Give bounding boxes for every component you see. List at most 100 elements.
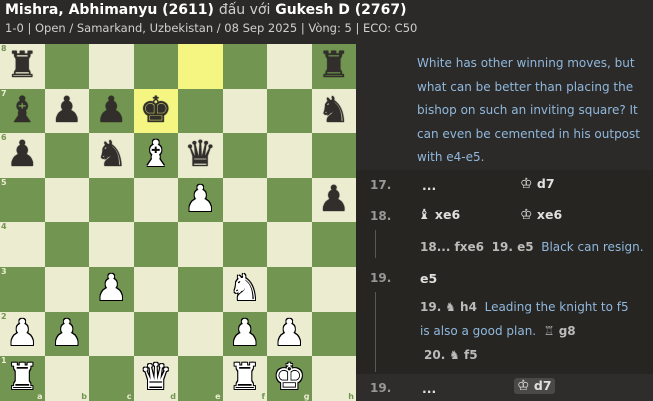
square-a3[interactable]: 3 bbox=[0, 266, 45, 312]
square-d5[interactable] bbox=[133, 177, 178, 223]
square-b4[interactable] bbox=[44, 222, 89, 267]
square-g8[interactable] bbox=[267, 44, 312, 89]
black-move[interactable]: ♔ d7 bbox=[520, 176, 555, 192]
square-e8[interactable] bbox=[178, 44, 223, 89]
white-king-icon[interactable]: ♚ bbox=[273, 360, 305, 396]
square-g2[interactable]: ♟ bbox=[267, 311, 312, 357]
square-b7[interactable]: ♟ bbox=[44, 88, 89, 134]
black-pawn-icon[interactable]: ♟ bbox=[318, 182, 350, 218]
square-a8[interactable]: 8 ♜ bbox=[0, 44, 45, 89]
black-knight-icon[interactable]: ♞ bbox=[95, 137, 127, 173]
square-f7[interactable] bbox=[222, 88, 267, 134]
square-b1[interactable]: b bbox=[44, 356, 89, 401]
square-b3[interactable] bbox=[44, 266, 89, 312]
square-d3[interactable] bbox=[133, 266, 178, 312]
square-d8[interactable] bbox=[133, 44, 178, 89]
black-move[interactable]: ♔ xe6 bbox=[520, 207, 562, 223]
white-queen-icon[interactable]: ♛ bbox=[140, 360, 172, 396]
square-f6[interactable] bbox=[222, 133, 267, 178]
white-pawn-icon[interactable]: ♟ bbox=[95, 271, 127, 307]
black-rook-icon[interactable]: ♜ bbox=[318, 48, 350, 84]
square-h3[interactable] bbox=[311, 266, 356, 312]
square-g6[interactable] bbox=[267, 133, 312, 178]
white-bishop-icon[interactable]: ♝ bbox=[140, 137, 172, 173]
square-h5[interactable]: ♟ bbox=[311, 177, 356, 223]
square-g3[interactable] bbox=[267, 266, 312, 312]
white-pawn-icon[interactable]: ♟ bbox=[273, 315, 305, 352]
white-rook-icon[interactable]: ♜ bbox=[229, 360, 261, 396]
white-player-name[interactable]: Mishra, Abhimanyu (2611) bbox=[5, 2, 214, 18]
square-h4[interactable] bbox=[311, 222, 356, 267]
square-c4[interactable] bbox=[89, 222, 134, 267]
square-g1[interactable]: g ♚ bbox=[267, 356, 312, 401]
square-c1[interactable]: c bbox=[89, 356, 134, 401]
black-pawn-icon[interactable]: ♟ bbox=[6, 137, 38, 173]
white-knight-icon[interactable]: ♞ bbox=[229, 271, 261, 307]
chess-board[interactable]: 8 ♜ ♜ 7 ♝ ♟ ♟ ♚ ♞ 6 ♟ ♞ ♝ ♛ 5 ♟ ♟ 4 3 ♟ ♞ 2 ♟ ♟ ♟ ♟ 1 a ♜ b c d ♛ e f ♜ g ♚ h bbox=[0, 44, 356, 401]
white-move[interactable]: ♝ xe6 bbox=[418, 207, 460, 223]
square-c6[interactable]: ♞ bbox=[89, 133, 134, 178]
square-f2[interactable]: ♟ bbox=[222, 311, 267, 357]
square-h8[interactable]: ♜ bbox=[311, 44, 356, 89]
square-a1[interactable]: 1 a ♜ bbox=[0, 356, 45, 401]
square-d4[interactable] bbox=[133, 222, 178, 267]
square-f8[interactable] bbox=[222, 44, 267, 89]
square-f1[interactable]: f ♜ bbox=[222, 356, 267, 401]
square-b8[interactable] bbox=[44, 44, 89, 89]
square-g7[interactable] bbox=[267, 88, 312, 134]
square-d6[interactable]: ♝ bbox=[133, 133, 178, 178]
square-a4[interactable]: 4 bbox=[0, 222, 45, 267]
black-player-name[interactable]: Gukesh D (2767) bbox=[275, 2, 406, 18]
square-a2[interactable]: 2 ♟ bbox=[0, 311, 45, 357]
variation-move[interactable]: 18... fxe6 bbox=[420, 240, 484, 254]
square-e1[interactable]: e bbox=[178, 356, 223, 401]
square-f5[interactable] bbox=[222, 177, 267, 223]
square-f3[interactable]: ♞ bbox=[222, 266, 267, 312]
white-pawn-icon[interactable]: ♟ bbox=[229, 315, 261, 352]
square-h1[interactable]: h bbox=[311, 356, 356, 401]
square-b2[interactable]: ♟ bbox=[44, 311, 89, 357]
white-pawn-icon[interactable]: ♟ bbox=[51, 315, 83, 352]
black-king-icon[interactable]: ♚ bbox=[140, 92, 172, 129]
square-e5[interactable]: ♟ bbox=[178, 177, 223, 223]
square-d1[interactable]: d ♛ bbox=[133, 356, 178, 401]
square-c3[interactable]: ♟ bbox=[89, 266, 134, 312]
square-c7[interactable]: ♟ bbox=[89, 88, 134, 134]
black-rook-icon[interactable]: ♜ bbox=[6, 48, 38, 84]
square-e7[interactable] bbox=[178, 88, 223, 134]
square-g5[interactable] bbox=[267, 177, 312, 223]
square-h2[interactable] bbox=[311, 311, 356, 357]
square-c2[interactable] bbox=[89, 311, 134, 357]
square-b6[interactable] bbox=[44, 133, 89, 178]
square-h6[interactable] bbox=[311, 133, 356, 178]
square-a7[interactable]: 7 ♝ bbox=[0, 88, 45, 134]
white-pawn-icon[interactable]: ♟ bbox=[6, 315, 38, 352]
square-a5[interactable]: 5 bbox=[0, 177, 45, 223]
black-queen-icon[interactable]: ♛ bbox=[184, 137, 216, 173]
square-a6[interactable]: 6 ♟ bbox=[0, 133, 45, 178]
variation-move[interactable]: 19. e5 bbox=[492, 240, 534, 254]
move-list-panel[interactable]: White has other winning moves, but what … bbox=[356, 44, 653, 401]
square-g4[interactable] bbox=[267, 222, 312, 267]
white-rook-icon[interactable]: ♜ bbox=[6, 360, 38, 396]
square-d2[interactable] bbox=[133, 311, 178, 357]
variation-move[interactable]: ♞ h4 bbox=[445, 300, 477, 314]
square-e2[interactable] bbox=[178, 311, 223, 357]
square-f4[interactable] bbox=[222, 222, 267, 267]
variation-move[interactable]: ♞ f5 bbox=[449, 348, 478, 362]
black-pawn-icon[interactable]: ♟ bbox=[95, 92, 127, 129]
square-h7[interactable]: ♞ bbox=[311, 88, 356, 134]
white-move[interactable]: ... bbox=[422, 178, 436, 193]
white-move[interactable]: e5 bbox=[420, 271, 437, 286]
square-e6[interactable]: ♛ bbox=[178, 133, 223, 178]
black-move-current[interactable]: ♔ d7 bbox=[514, 378, 555, 394]
square-e4[interactable] bbox=[178, 222, 223, 267]
square-c5[interactable] bbox=[89, 177, 134, 223]
black-knight-icon[interactable]: ♞ bbox=[318, 92, 350, 129]
black-pawn-icon[interactable]: ♟ bbox=[51, 92, 83, 129]
square-e3[interactable] bbox=[178, 266, 223, 312]
square-b5[interactable] bbox=[44, 177, 89, 223]
square-d7[interactable]: ♚ bbox=[133, 88, 178, 134]
square-c8[interactable] bbox=[89, 44, 134, 89]
white-move[interactable]: ... bbox=[422, 381, 436, 396]
